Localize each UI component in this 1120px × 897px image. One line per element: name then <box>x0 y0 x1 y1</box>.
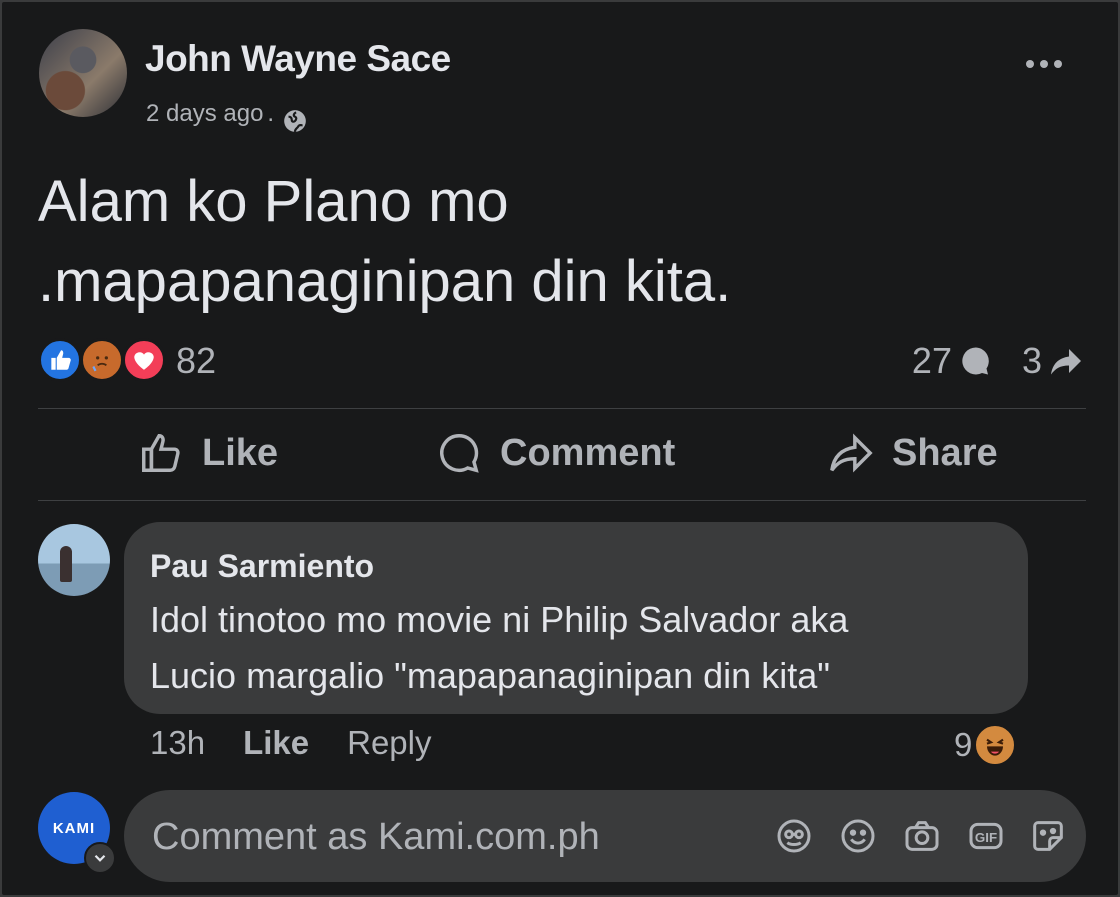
post-text-line: .mapapanaginipan din kita. <box>38 249 732 314</box>
comment-input[interactable] <box>150 810 754 864</box>
avatar-figure <box>60 546 72 582</box>
post-author-name[interactable]: John Wayne Sace <box>145 38 451 80</box>
post-meta: 2 days ago . <box>146 94 308 134</box>
comment-reaction-count: 9 <box>954 726 973 763</box>
comment-composer[interactable]: GIF <box>124 790 1086 882</box>
post-timestamp[interactable]: 2 days ago <box>146 100 263 128</box>
more-options-button[interactable] <box>1026 60 1062 68</box>
comment-bubble-icon <box>962 347 989 375</box>
love-reaction-icon <box>122 338 166 382</box>
post-text: Alam ko Plano mo .mapapanaginipan din ki… <box>38 162 731 322</box>
post-stats: 27 3 <box>912 340 1084 382</box>
comment-text-line: Idol tinotoo mo movie ni Philip Salvador… <box>150 599 849 640</box>
comment-actions: 13h Like Reply <box>150 724 431 762</box>
comment-icon <box>440 434 479 473</box>
comment-reply-button[interactable]: Reply <box>347 724 431 762</box>
svg-text:GIF: GIF <box>975 830 997 845</box>
comment-count[interactable]: 27 <box>912 340 952 382</box>
share-icon <box>830 433 873 473</box>
gif-icon[interactable]: GIF <box>966 816 1006 856</box>
meta-separator: . <box>267 100 275 127</box>
comment-reaction-summary[interactable]: 9 <box>954 724 1017 766</box>
haha-reaction-icon <box>974 724 1017 766</box>
divider <box>38 500 1086 501</box>
sticker-icon[interactable] <box>1028 816 1068 856</box>
camera-icon[interactable] <box>902 816 942 856</box>
dot-icon <box>1040 60 1048 68</box>
globe-icon <box>284 110 306 132</box>
share-button-label: Share <box>892 431 998 474</box>
care-reaction-icon <box>80 338 124 382</box>
comment-button-label: Comment <box>500 431 676 474</box>
share-button[interactable]: Share <box>828 430 998 476</box>
commenter-avatar[interactable] <box>38 524 110 596</box>
comment-like-button[interactable]: Like <box>243 724 309 762</box>
comment-button[interactable]: Comment <box>436 430 675 476</box>
comment-text-line: Lucio margalio "mapapanaginipan din kita… <box>150 655 830 696</box>
thumbs-up-icon <box>142 434 180 472</box>
comment-text: Idol tinotoo mo movie ni Philip Salvador… <box>150 592 848 704</box>
share-arrow-icon <box>1051 349 1081 375</box>
comment-timestamp[interactable]: 13h <box>150 724 205 762</box>
divider <box>38 408 1086 409</box>
share-count[interactable]: 3 <box>1022 340 1042 382</box>
avatar-sticker-icon[interactable] <box>774 816 814 856</box>
dot-icon <box>1026 60 1034 68</box>
commenter-name[interactable]: Pau Sarmiento <box>150 548 374 585</box>
like-button[interactable]: Like <box>138 430 278 476</box>
post-card: John Wayne Sace 2 days ago . Alam ko Pla… <box>2 2 1118 895</box>
reaction-count[interactable]: 82 <box>176 340 216 382</box>
post-text-line: Alam ko Plano mo <box>38 169 509 234</box>
author-avatar[interactable] <box>39 29 127 117</box>
like-button-label: Like <box>202 431 279 474</box>
dot-icon <box>1054 60 1062 68</box>
emoji-icon[interactable] <box>838 816 878 856</box>
like-reaction-icon <box>38 338 82 382</box>
chevron-down-icon[interactable] <box>84 842 116 874</box>
